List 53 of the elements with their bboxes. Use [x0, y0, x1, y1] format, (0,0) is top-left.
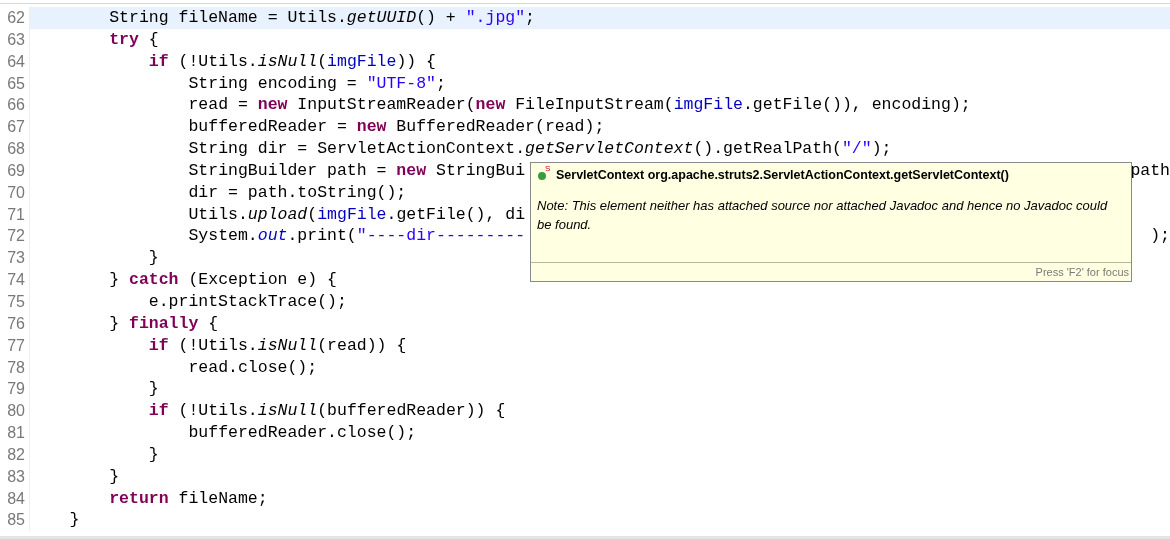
code-line: read.close();: [188, 356, 318, 379]
code-line: if (!Utils.isNull(bufferedReader)) {: [148, 400, 506, 423]
code-fragment: );: [1150, 225, 1170, 248]
line-number: 73: [7, 249, 25, 267]
line-number: 80: [7, 402, 25, 420]
code-fragment: path: [1130, 159, 1170, 182]
line-number: 66: [7, 96, 25, 114]
line-number: 82: [7, 445, 25, 463]
code-line: String dir = ServletActionContext.getServletContext().getRealPath("/");: [188, 138, 892, 160]
line-number: 69: [7, 161, 25, 179]
line-number: 79: [7, 380, 25, 398]
code-line: if (!Utils.isNull(read)) {: [148, 334, 407, 357]
line-number: 67: [7, 118, 25, 136]
line-number: 65: [7, 74, 25, 92]
line-number: 77: [7, 336, 25, 354]
code-line: bufferedReader = new BufferedReader(read);: [188, 116, 605, 139]
code-line: return fileName;: [109, 487, 268, 510]
line-number: 75: [7, 292, 25, 310]
code-line: if (!Utils.isNull(imgFile)) {: [148, 50, 436, 73]
code-line: e.printStackTrace();: [148, 290, 347, 313]
code-line: try {: [109, 28, 159, 51]
line-number: 74: [7, 271, 25, 289]
line-number: 81: [7, 424, 25, 442]
line-number: 64: [7, 52, 25, 70]
line-number: 84: [7, 489, 25, 507]
code-line: Utils.upload(imgFile.getFile(), di: [188, 203, 526, 226]
code-line: }: [148, 443, 159, 466]
status-text: Press 'F2' for focus: [1035, 264, 1129, 280]
code-line: }: [148, 378, 159, 401]
line-number: 83: [7, 467, 25, 485]
code-line: dir = path.toString();: [188, 181, 407, 204]
code-line: bufferedReader.close();: [188, 422, 417, 444]
code-line: StringBuilder path = new StringBui: [188, 159, 526, 182]
line-number: 72: [7, 227, 25, 245]
code-line: }: [109, 465, 120, 488]
code-line: } finally {: [109, 312, 219, 335]
code-line: String encoding = "UTF-8";: [188, 72, 446, 95]
line-number: 62: [7, 9, 25, 26]
code-line: }: [148, 247, 159, 270]
line-number: 78: [7, 358, 25, 376]
line-number: 71: [7, 205, 25, 223]
code-line: } catch (Exception e) {: [109, 269, 337, 291]
line-number: 68: [7, 140, 25, 158]
line-number: 85: [7, 511, 25, 529]
line-number: 63: [7, 30, 25, 48]
javadoc-note: Note: This element neither has attached source nor attached Javadoc and hence no Javadoc could be found.: [536, 196, 1109, 234]
method-signature: ServletContext org.apache.struts2.ServletActionContext.getServletContext(): [556, 167, 1009, 184]
code-line: read = new InputStreamReader(new FileInputStream(imgFile.getFile()), encoding);: [188, 94, 971, 117]
line-number: 76: [7, 314, 25, 332]
code-line: String fileName = Utils.getUUID() + ".jpg";: [109, 7, 535, 29]
code-line: System.out.print("----dir---------: [188, 225, 526, 248]
code-line: }: [69, 509, 80, 532]
line-number: 70: [7, 183, 25, 201]
